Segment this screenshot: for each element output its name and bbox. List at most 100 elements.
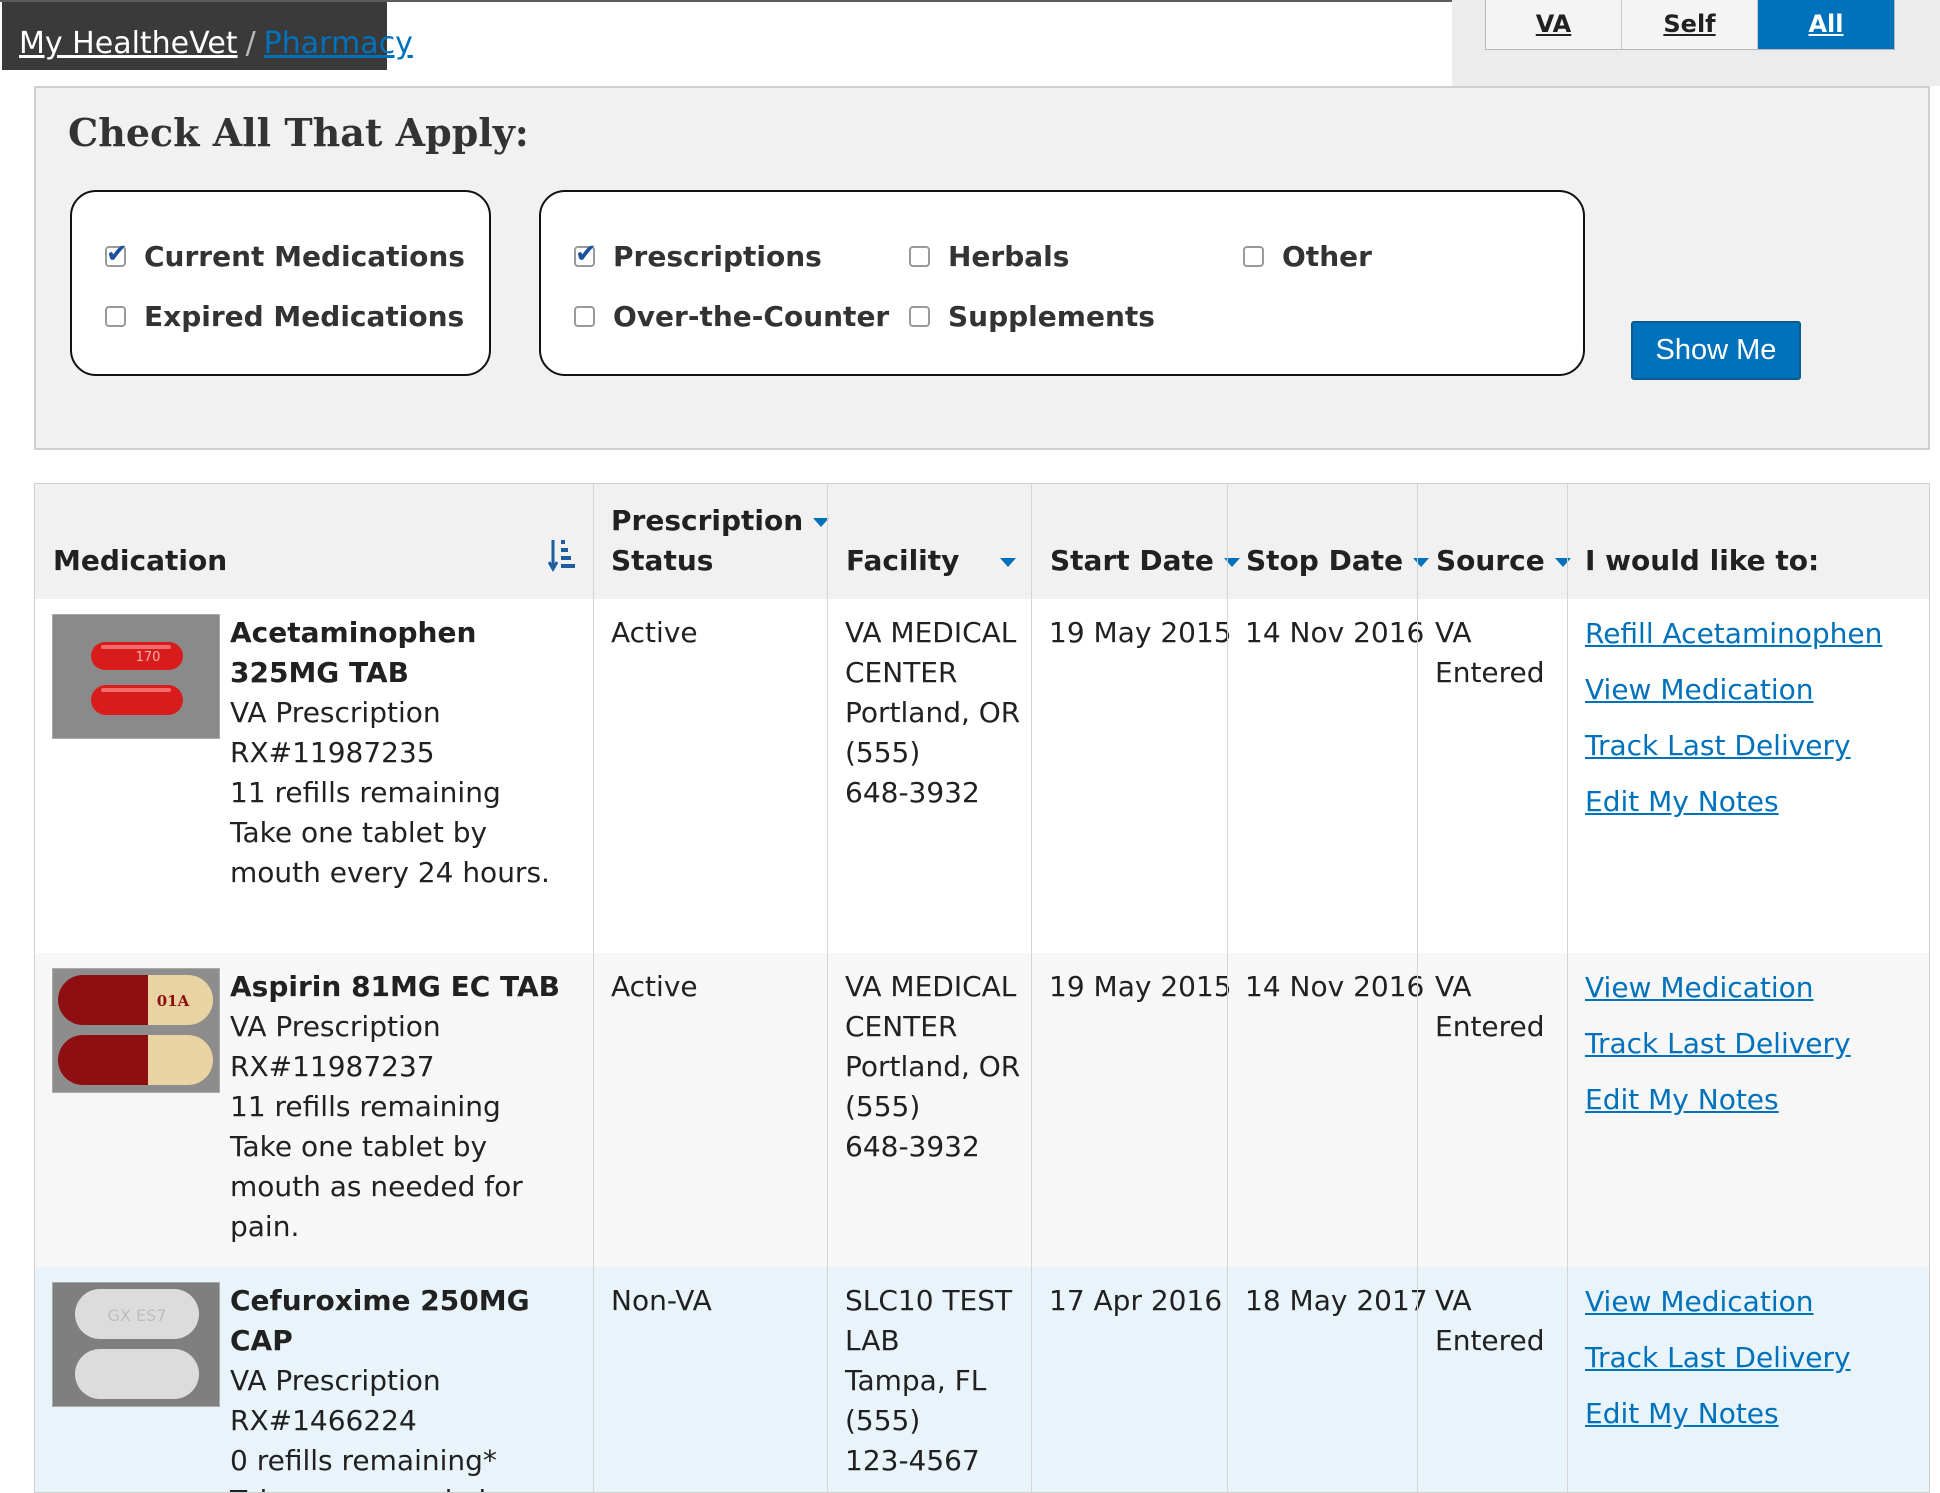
source-cell: VA Entered — [1435, 967, 1545, 1047]
header-facility[interactable]: Facility — [846, 541, 1016, 581]
pill-imprint: 170 — [136, 650, 161, 665]
column-divider — [827, 484, 828, 1492]
edit-notes-link[interactable]: Edit My Notes — [1585, 774, 1882, 830]
medication-name: Aspirin 81MG EC TAB — [230, 970, 560, 1003]
refill-link[interactable]: Refill Acetaminophen — [1585, 606, 1882, 662]
refills-remaining: 11 refills remaining — [230, 1090, 501, 1123]
facility-line: LAB — [845, 1324, 900, 1357]
toggle-self[interactable]: Self — [1622, 0, 1758, 49]
checkbox-expired-medications-box[interactable] — [105, 306, 126, 327]
checkbox-other-box[interactable] — [1243, 246, 1264, 267]
status-cell: Active — [611, 970, 698, 1003]
checkbox-current-medications[interactable]: Current Medications — [105, 239, 465, 273]
column-divider — [1227, 484, 1228, 1492]
track-delivery-link[interactable]: Track Last Delivery — [1585, 1330, 1851, 1386]
facility-cell: SLC10 TEST LAB Tampa, FL (555) 123-4567 — [845, 1281, 1012, 1481]
header-facility-label: Facility — [846, 544, 960, 577]
source-line: VA — [1435, 616, 1472, 649]
medication-cell: Acetaminophen 325MG TAB VA Prescription … — [230, 613, 580, 893]
checkbox-label: Other — [1282, 240, 1372, 273]
status-cell: Non-VA — [611, 1284, 712, 1317]
pill-imprint: 01A — [157, 992, 190, 1010]
type-filter-group: Prescriptions Herbals Other Over-the-Cou… — [539, 190, 1585, 376]
stop-date-cell: 14 Nov 2016 — [1245, 616, 1425, 649]
facility-line: (555) — [845, 736, 921, 769]
checkbox-label: Current Medications — [144, 240, 465, 273]
source-line: Entered — [1435, 1324, 1545, 1357]
medication-type: VA Prescription — [230, 1010, 441, 1043]
header-actions: I would like to: — [1585, 544, 1820, 577]
edit-notes-link[interactable]: Edit My Notes — [1585, 1386, 1851, 1442]
checkbox-other[interactable]: Other — [1243, 240, 1372, 273]
view-medication-link[interactable]: View Medication — [1585, 1274, 1851, 1330]
facility-cell: VA MEDICAL CENTER Portland, OR (555) 648… — [845, 613, 1020, 813]
header-source[interactable]: Source — [1436, 541, 1571, 581]
edit-notes-link[interactable]: Edit My Notes — [1585, 1072, 1851, 1128]
aspirin-pill-image: 01A — [52, 968, 220, 1093]
actions-cell: Refill Acetaminophen View Medication Tra… — [1585, 606, 1882, 830]
stop-date-cell: 18 May 2017 — [1245, 1284, 1428, 1317]
checkbox-label: Over-the-Counter — [613, 300, 890, 333]
header-prescription-status[interactable]: Prescription Status — [611, 501, 830, 581]
refills-remaining: 11 refills remaining — [230, 776, 501, 809]
source-cell: VA Entered — [1435, 613, 1545, 693]
sort-ascending-icon[interactable] — [548, 538, 578, 572]
table-row: GX ES7 Cefuroxime 250MG CAP VA Prescript… — [35, 1267, 1929, 1492]
checkbox-herbals-box[interactable] — [909, 246, 930, 267]
checkbox-label: Expired Medications — [144, 300, 465, 333]
instructions: Take one tablet by mouth every 24 hours. — [230, 816, 550, 889]
checkbox-expired-medications[interactable]: Expired Medications — [105, 300, 464, 333]
checkbox-over-the-counter[interactable]: Over-the-Counter — [574, 300, 889, 333]
stop-date-cell: 14 Nov 2016 — [1245, 970, 1425, 1003]
medication-cell: Aspirin 81MG EC TAB VA Prescription RX#1… — [230, 967, 580, 1247]
column-divider — [1567, 484, 1568, 1492]
checkbox-herbals[interactable]: Herbals — [909, 240, 1069, 273]
start-date-cell: 19 May 2015 — [1049, 970, 1232, 1003]
caret-down-icon — [1554, 557, 1571, 567]
toggle-va[interactable]: VA — [1486, 0, 1622, 49]
checkbox-label: Herbals — [948, 240, 1070, 273]
checkbox-prescriptions[interactable]: Prescriptions — [574, 239, 822, 273]
filter-panel: Check All That Apply: Current Medication… — [34, 86, 1930, 450]
checkbox-prescriptions-box[interactable] — [574, 239, 597, 269]
header-status-line1: Prescription — [611, 504, 804, 537]
facility-line: Portland, OR — [845, 1050, 1021, 1083]
checkbox-supplements[interactable]: Supplements — [909, 300, 1155, 333]
source-line: VA — [1435, 1284, 1472, 1317]
cefuroxime-pill-image: GX ES7 — [52, 1282, 220, 1407]
source-line: Entered — [1435, 1010, 1545, 1043]
checkbox-over-the-counter-box[interactable] — [574, 306, 595, 327]
header-start-date[interactable]: Start Date — [1050, 541, 1240, 581]
actions-cell: View Medication Track Last Delivery Edit… — [1585, 960, 1851, 1128]
rx-number: RX#11987237 — [230, 1050, 435, 1083]
source-cell: VA Entered — [1435, 1281, 1545, 1361]
view-medication-link[interactable]: View Medication — [1585, 960, 1851, 1016]
table-row: 01A Aspirin 81MG EC TAB VA Prescription … — [35, 953, 1929, 1268]
actions-cell: View Medication Track Last Delivery Edit… — [1585, 1274, 1851, 1442]
checkbox-current-medications-box[interactable] — [105, 239, 128, 269]
track-delivery-link[interactable]: Track Last Delivery — [1585, 1016, 1851, 1072]
column-divider — [1031, 484, 1032, 1492]
track-delivery-link[interactable]: Track Last Delivery — [1585, 718, 1882, 774]
show-me-button[interactable]: Show Me — [1631, 321, 1801, 380]
breadcrumb-current-link[interactable]: Pharmacy — [264, 26, 413, 61]
facility-line: VA MEDICAL — [845, 970, 1017, 1003]
toggle-all[interactable]: All — [1758, 0, 1894, 49]
view-medication-link[interactable]: View Medication — [1585, 662, 1882, 718]
column-divider — [1417, 484, 1418, 1492]
source-line: VA — [1435, 970, 1472, 1003]
caret-down-icon — [1413, 557, 1430, 567]
facility-line: VA MEDICAL — [845, 616, 1017, 649]
source-line: Entered — [1435, 656, 1545, 689]
table-header-row: Medication Prescription Status Facility … — [35, 484, 1929, 600]
header-stop-date[interactable]: Stop Date — [1246, 541, 1430, 581]
facility-line: (555) — [845, 1090, 921, 1123]
header-medication[interactable]: Medication — [53, 541, 227, 581]
start-date-cell: 19 May 2015 — [1049, 616, 1232, 649]
instructions: Take one capsule by mouth — [230, 1481, 580, 1492]
medication-type: VA Prescription — [230, 1364, 441, 1397]
acetaminophen-pill-image: 170 — [52, 614, 220, 739]
facility-line: CENTER — [845, 1010, 958, 1043]
breadcrumb-home-link[interactable]: My HealtheVet — [19, 26, 238, 61]
checkbox-supplements-box[interactable] — [909, 306, 930, 327]
